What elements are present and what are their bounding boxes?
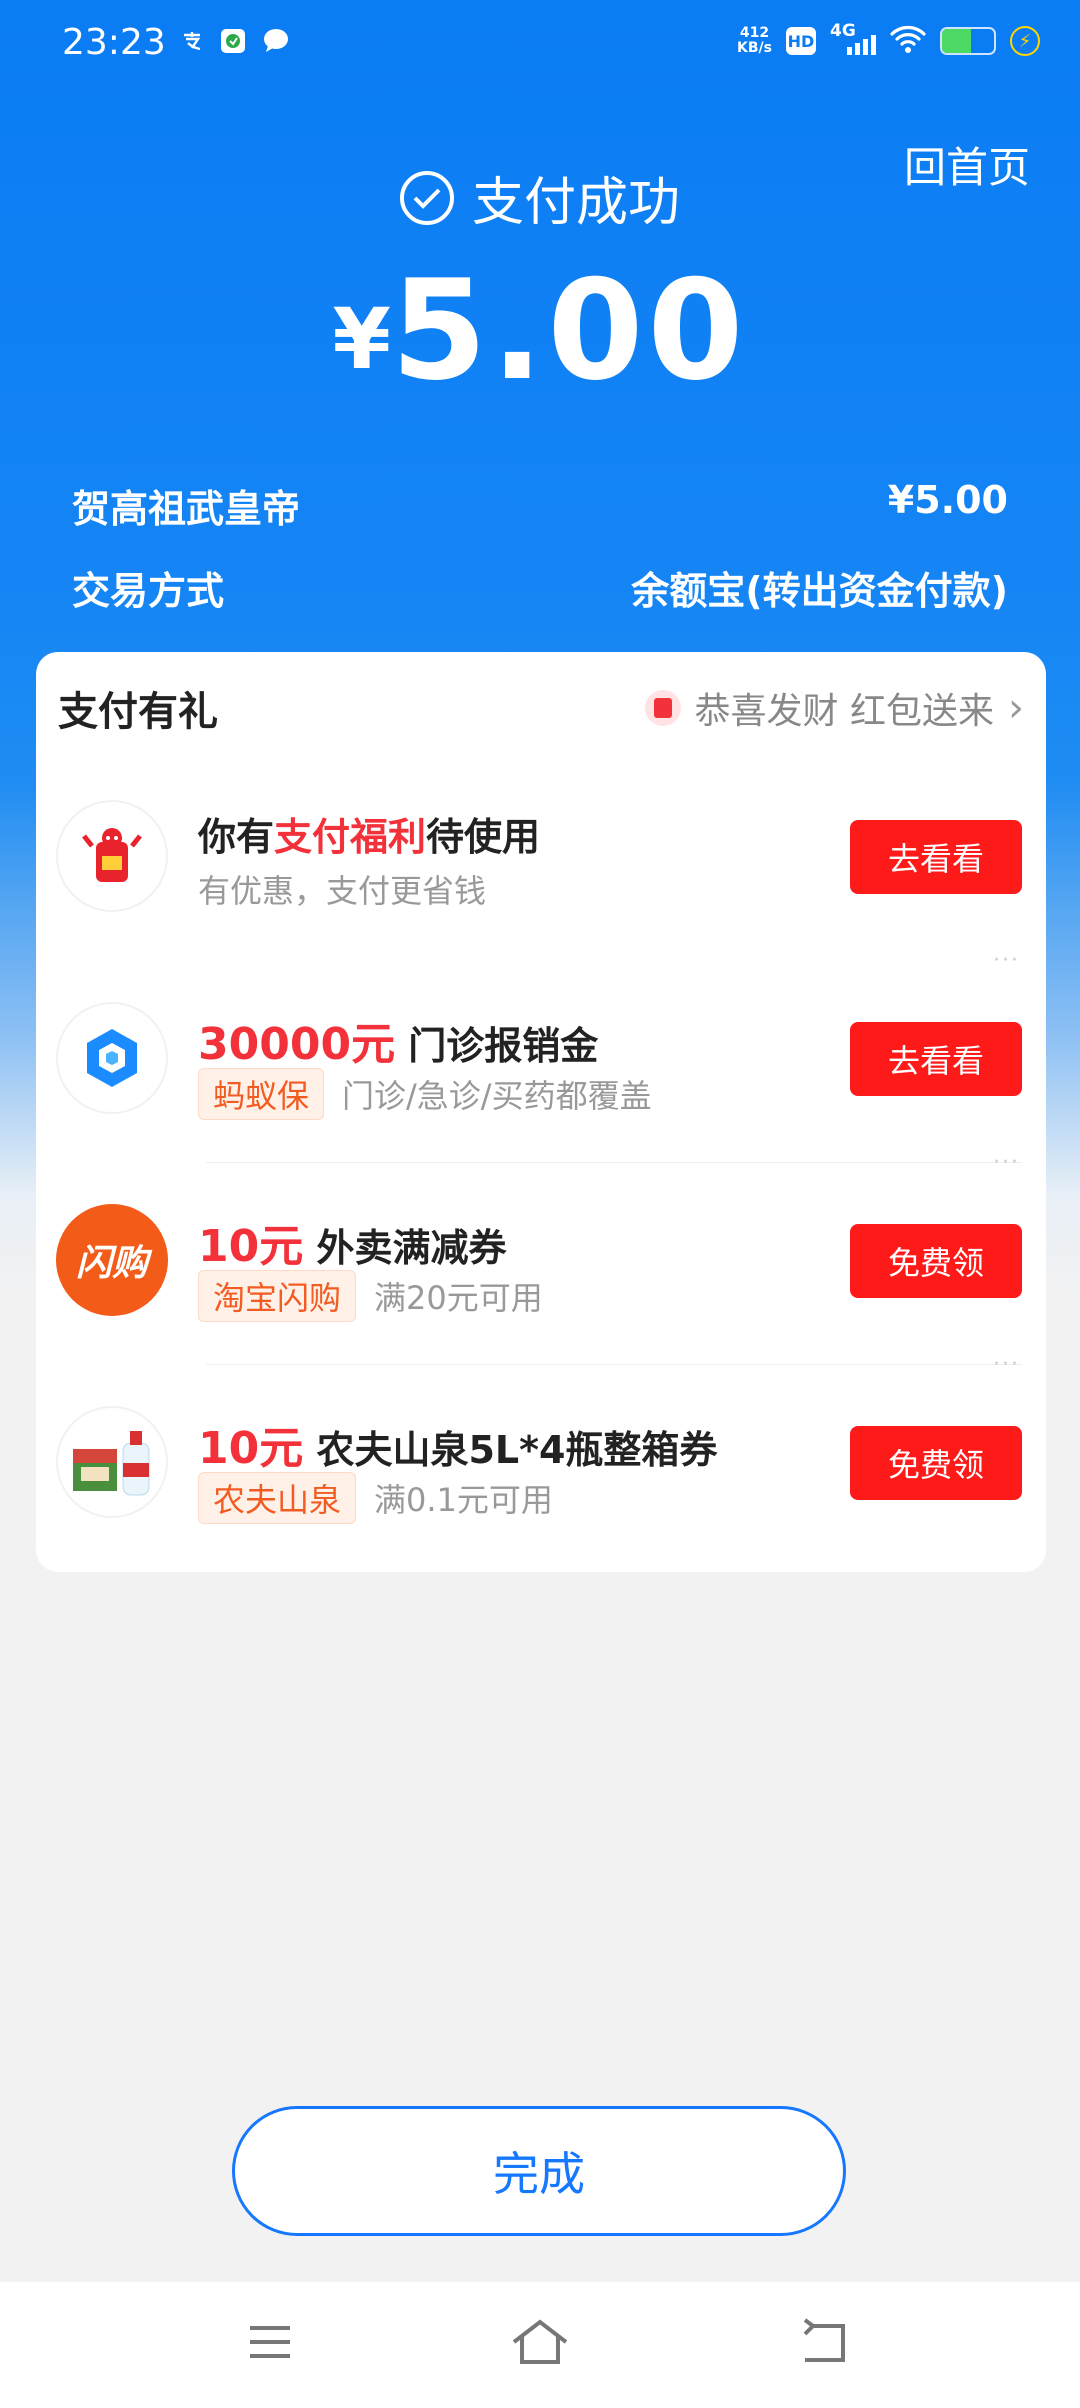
item-headline: 10元 农夫山泉5L*4瓶整箱券 bbox=[198, 1423, 718, 1474]
payment-amount: ¥5.00 bbox=[0, 250, 1080, 411]
item-headline: 10元 外卖满减券 bbox=[198, 1221, 507, 1272]
more-options-icon[interactable]: ··· bbox=[993, 948, 1020, 973]
battery-icon bbox=[940, 27, 996, 55]
item-headline: 你有支付福利待使用 bbox=[198, 815, 541, 859]
red-packet-promo[interactable]: 恭喜发财 红包送来 › bbox=[644, 682, 1024, 734]
check-circle-icon bbox=[399, 170, 454, 225]
list-item-takeout-coupon[interactable]: ··· 闪购 10元 外卖满减券 淘宝闪购 满20元可用 免费领 bbox=[56, 1150, 1022, 1334]
payee-amount: ¥5.00 bbox=[887, 478, 1008, 522]
back-icon[interactable] bbox=[795, 2312, 855, 2372]
item-tag: 蚂蚁保 bbox=[198, 1068, 325, 1120]
welfare-mascot-icon bbox=[56, 800, 168, 912]
method-value: 余额宝(转出资金付款) bbox=[631, 569, 1008, 613]
status-bar: 23:23 412 KB/s HD 4G ⚡ bbox=[62, 18, 1040, 68]
chevron-right-icon: › bbox=[1008, 685, 1024, 731]
status-time: 23:23 bbox=[62, 22, 166, 63]
signal-icon: 4G bbox=[830, 21, 876, 57]
divider bbox=[206, 1162, 1022, 1163]
item-subtitle: 有优惠，支付更省钱 bbox=[198, 872, 487, 910]
wifi-icon bbox=[890, 24, 926, 58]
antbao-logo-icon bbox=[56, 1002, 168, 1114]
method-label: 交易方式 bbox=[72, 569, 225, 613]
more-options-icon[interactable]: ··· bbox=[993, 1352, 1020, 1377]
item-subtitle: 淘宝闪购 满20元可用 bbox=[198, 1270, 543, 1322]
payment-result-page: 23:23 412 KB/s HD 4G ⚡ 回首页 支付成功 ¥5.00 贺高… bbox=[0, 0, 1080, 2408]
menu-icon[interactable] bbox=[240, 2312, 300, 2372]
divider bbox=[206, 1364, 1022, 1365]
item-headline: 30000元 门诊报销金 bbox=[198, 1019, 599, 1070]
charging-icon: ⚡ bbox=[1010, 26, 1040, 56]
payee-name: 贺高祖武皇帝 bbox=[72, 487, 301, 531]
list-item-water-coupon[interactable]: ··· 10元 农夫山泉5L*4瓶整箱券 农夫山泉 满0.1元可用 免费领 bbox=[56, 1352, 1022, 1536]
more-options-icon[interactable]: ··· bbox=[993, 1150, 1020, 1175]
view-button[interactable]: 去看看 bbox=[850, 820, 1022, 894]
notification-icons bbox=[180, 28, 290, 58]
system-icons: 412 KB/s HD 4G ⚡ bbox=[737, 21, 1040, 58]
item-subtitle: 农夫山泉 满0.1元可用 bbox=[198, 1472, 553, 1524]
list-item-insurance[interactable]: ··· 30000元 门诊报销金 蚂蚁保 门诊/急诊/买药都覆盖 去看看 bbox=[56, 948, 1022, 1132]
currency-symbol: ¥ bbox=[332, 290, 391, 388]
detail-row-payee: 贺高祖武皇帝 ¥5.00 bbox=[72, 478, 1008, 533]
hd-icon: HD bbox=[786, 27, 816, 55]
promo-text: 恭喜发财 红包送来 bbox=[694, 691, 994, 732]
item-subtitle: 蚂蚁保 门诊/急诊/买药都覆盖 bbox=[198, 1068, 652, 1120]
red-packet-icon bbox=[644, 690, 681, 726]
chat-bubble-icon bbox=[262, 28, 290, 58]
status-title: 支付成功 bbox=[471, 173, 680, 233]
net-speed: 412 KB/s bbox=[737, 25, 772, 56]
claim-button[interactable]: 免费领 bbox=[850, 1224, 1022, 1298]
amount-value: 5.00 bbox=[390, 250, 748, 411]
system-nav-bar bbox=[0, 2282, 1080, 2408]
home-icon[interactable] bbox=[510, 2312, 570, 2372]
water-product-icon bbox=[56, 1406, 168, 1518]
item-tag: 农夫山泉 bbox=[198, 1472, 357, 1524]
item-tag: 淘宝闪购 bbox=[198, 1270, 357, 1322]
list-item-welfare[interactable]: 你有支付福利待使用 有优惠，支付更省钱 去看看 bbox=[56, 780, 1022, 930]
gift-card-title: 支付有礼 bbox=[58, 689, 218, 735]
gift-card: 支付有礼 恭喜发财 红包送来 › 你有支付福利待使用 有优惠，支付更省钱 去看看… bbox=[36, 652, 1046, 1572]
view-button[interactable]: 去看看 bbox=[850, 1022, 1022, 1096]
alipay-icon bbox=[180, 29, 204, 57]
gift-card-header: 支付有礼 恭喜发财 红包送来 › bbox=[58, 678, 1024, 738]
app-icon bbox=[220, 28, 246, 58]
flash-buy-logo-icon: 闪购 bbox=[56, 1204, 168, 1316]
done-button[interactable]: 完成 bbox=[232, 2106, 846, 2236]
payment-status: 支付成功 bbox=[0, 160, 1080, 235]
claim-button[interactable]: 免费领 bbox=[850, 1426, 1022, 1500]
detail-row-method: 交易方式 余额宝(转出资金付款) bbox=[72, 560, 1008, 615]
